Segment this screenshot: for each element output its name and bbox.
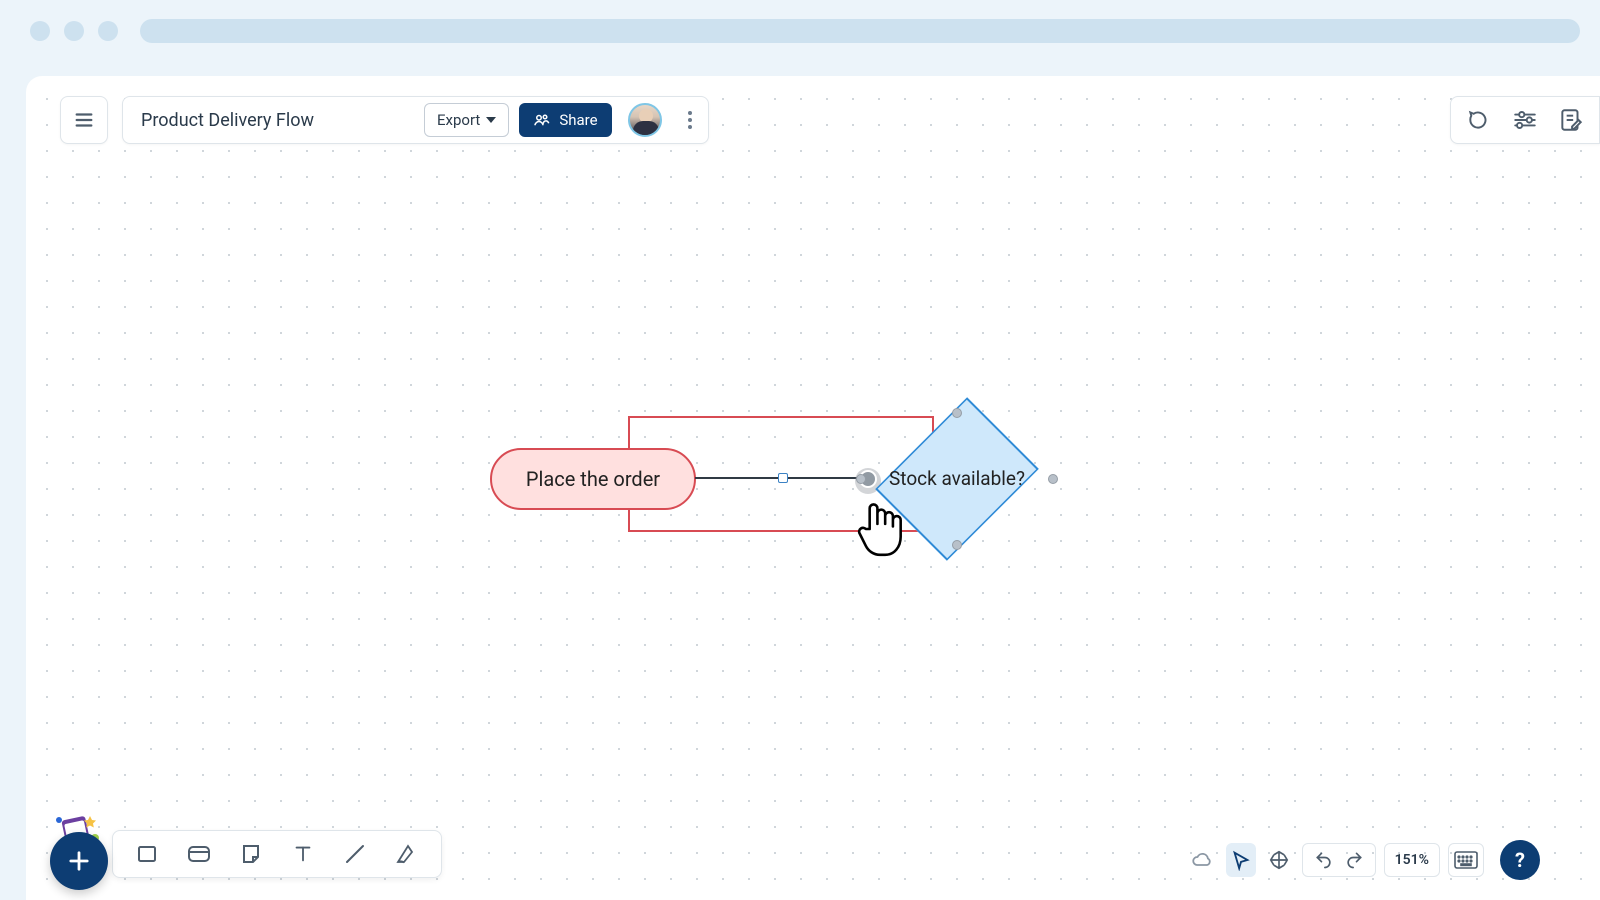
connector-start-handle[interactable] bbox=[778, 473, 788, 483]
selection-handle[interactable] bbox=[952, 408, 962, 418]
more-options-button[interactable] bbox=[680, 103, 700, 137]
redo-button[interactable] bbox=[1339, 843, 1369, 877]
add-shape-fab[interactable] bbox=[50, 832, 108, 890]
pointer-hand-cursor bbox=[854, 498, 906, 560]
undo-redo-group bbox=[1302, 843, 1376, 877]
people-icon bbox=[533, 111, 551, 129]
export-label: Export bbox=[437, 111, 480, 129]
pan-mode-button[interactable] bbox=[1264, 843, 1294, 877]
share-label: Share bbox=[559, 111, 597, 129]
freehand-tool[interactable] bbox=[393, 840, 421, 868]
settings-sliders-button[interactable] bbox=[1511, 106, 1539, 134]
caret-down-icon bbox=[486, 117, 496, 123]
comments-button[interactable] bbox=[1465, 106, 1493, 134]
hamburger-icon bbox=[70, 106, 98, 134]
user-avatar[interactable] bbox=[628, 103, 662, 137]
share-button[interactable]: Share bbox=[519, 103, 611, 137]
text-tool[interactable] bbox=[289, 840, 317, 868]
sticky-note-tool[interactable] bbox=[237, 840, 265, 868]
keyboard-shortcuts-button[interactable] bbox=[1448, 843, 1484, 877]
document-toolbar: Product Delivery Flow Export Share bbox=[122, 96, 709, 144]
document-title[interactable]: Product Delivery Flow bbox=[141, 110, 414, 131]
browser-dot bbox=[64, 21, 84, 41]
terminator-shape[interactable]: Place the order bbox=[490, 448, 696, 510]
terminator-label: Place the order bbox=[526, 467, 660, 491]
browser-chrome bbox=[0, 0, 1600, 62]
rectangle-tool[interactable] bbox=[133, 840, 161, 868]
selection-handle[interactable] bbox=[856, 474, 866, 484]
zoom-level[interactable]: 151% bbox=[1384, 843, 1440, 877]
line-tool[interactable] bbox=[341, 840, 369, 868]
browser-traffic-lights bbox=[30, 21, 118, 41]
main-menu-button[interactable] bbox=[60, 96, 108, 144]
browser-dot bbox=[30, 21, 50, 41]
container-tool[interactable] bbox=[185, 840, 213, 868]
help-button[interactable]: ? bbox=[1500, 840, 1540, 880]
browser-url-bar[interactable] bbox=[140, 19, 1580, 43]
cloud-sync-status[interactable] bbox=[1186, 843, 1218, 877]
undo-button[interactable] bbox=[1309, 843, 1339, 877]
export-button[interactable]: Export bbox=[424, 103, 509, 137]
shape-toolbar bbox=[112, 830, 442, 878]
browser-dot bbox=[98, 21, 118, 41]
status-toolbar: 151% ? bbox=[1186, 840, 1540, 880]
top-right-toolbar bbox=[1450, 96, 1600, 144]
selection-handle[interactable] bbox=[1048, 474, 1058, 484]
notes-edit-button[interactable] bbox=[1557, 106, 1585, 134]
select-mode-button[interactable] bbox=[1226, 843, 1256, 877]
selection-handle[interactable] bbox=[952, 540, 962, 550]
